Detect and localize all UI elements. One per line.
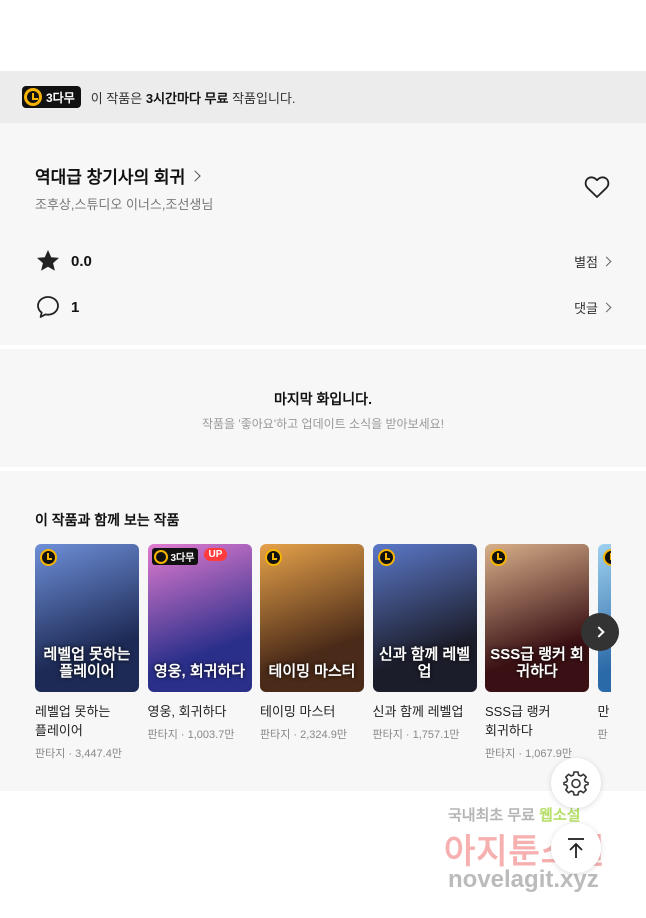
cover-thumbnail[interactable]: 테이밍 마스터 [260, 544, 364, 692]
chevron-right-icon [592, 626, 605, 638]
badge-label: 3다무 [170, 553, 195, 564]
cover-title: 테이밍 마스터 [268, 663, 356, 680]
card-title: 영웅, 회귀하다 [147, 704, 227, 719]
rating-value: 0.0 [71, 252, 92, 270]
arrow-up-icon [568, 838, 584, 858]
clock-icon [40, 549, 57, 566]
recommendations-section: 이 작품과 함께 보는 작품 레벨업 못하는 플레이어 레벨업 못하는 플레이어 판… [0, 471, 646, 791]
card-meta: 판타지 · 3,447.4만 [35, 748, 122, 760]
comments-row: 1 댓글 [35, 294, 612, 320]
rating-link-label: 별점 [574, 254, 598, 270]
clock-icon [24, 88, 42, 106]
comments-count: 1 [71, 298, 80, 316]
cover-title: 레벨업 못하는 플레이어 [43, 646, 131, 680]
clock-icon [265, 549, 282, 566]
card-title: 만 [597, 704, 610, 719]
gear-icon [563, 771, 589, 796]
carousel-next-button[interactable] [581, 613, 619, 651]
3dam-badge: 3다무 [22, 86, 81, 108]
last-episode-panel: 마지막 화입니다. 작품을 '좋아요'하고 업데이트 소식을 받아보세요! [0, 349, 646, 467]
notice-prefix: 이 작품은 [90, 90, 146, 106]
badge-label: 3다무 [46, 90, 75, 105]
settings-button[interactable] [551, 758, 601, 808]
notice-suffix: 작품입니다. [228, 90, 296, 106]
card-meta: 판타지 · 2,324.9만 [260, 729, 347, 741]
clock-icon [490, 549, 507, 566]
card-title: 테이밍 마스터 [260, 704, 336, 719]
notice-bold: 3시간마다 무료 [145, 90, 229, 106]
watermark-line1-a: 국내최초 무료 [448, 807, 540, 824]
comments-link-label: 댓글 [574, 300, 598, 316]
cover-title: SSS급 랭커 회귀하다 [490, 646, 584, 680]
work-title: 역대급 창기사의 회귀 [35, 168, 186, 187]
recommendation-card[interactable]: SSS급 랭커 회귀하다 SSS급 랭커 회귀하다 판타지 · 1,067.9만 [485, 544, 589, 761]
3dam-badge: 3다무 [151, 548, 199, 565]
card-title: 레벨업 못하는 플레이어 [35, 704, 111, 738]
recommendations-heading: 이 작품과 함께 보는 작품 [35, 512, 180, 528]
clock-icon [377, 549, 395, 566]
scroll-top-button[interactable] [551, 823, 601, 873]
recommendation-card[interactable]: 테이밍 마스터 테이밍 마스터 판타지 · 2,324.9만 [260, 544, 364, 742]
cover-thumbnail[interactable]: SSS급 랭커 회귀하다 [485, 544, 589, 692]
work-info-panel: 역대급 창기사의 회귀 조후상,스튜디오 이너스,조선생님 0.0 별점 1 댓… [0, 123, 646, 345]
card-meta: 판 [597, 729, 608, 741]
heart-icon[interactable] [584, 175, 610, 199]
chevron-right-icon [601, 302, 612, 312]
card-title: SSS급 랭커 회귀하다 [485, 704, 551, 738]
top-spacer [0, 0, 646, 71]
recommendation-carousel[interactable]: 레벨업 못하는 플레이어 레벨업 못하는 플레이어 판타지 · 3,447.4만 3다… [35, 544, 611, 774]
comment-icon [37, 296, 59, 318]
cover-thumbnail[interactable]: 레벨업 못하는 플레이어 [35, 544, 139, 692]
clock-icon [153, 549, 168, 564]
chevron-right-icon [189, 169, 201, 182]
card-meta: 판타지 · 1,757.1만 [372, 729, 460, 741]
recommendation-card[interactable]: 3다무 UP 영웅, 회귀하다 영웅, 회귀하다 판타지 · 1,003.7만 [147, 544, 252, 742]
watermark-line1: 국내최초 무료 웹소설 [448, 804, 581, 825]
recommendation-card[interactable]: 레벨업 못하는 플레이어 레벨업 못하는 플레이어 판타지 · 3,447.4만 [35, 544, 139, 761]
rating-link[interactable]: 별점 [574, 252, 612, 271]
cover-title: 신과 함께 레벨업 [378, 646, 471, 680]
last-episode-title: 마지막 화입니다. [274, 391, 372, 407]
cover-title: 영웅, 회귀하다 [153, 663, 246, 680]
comments-link[interactable]: 댓글 [574, 298, 612, 317]
free-notice-bar: 3다무 이 작품은 3시간마다 무료 작품입니다. [0, 71, 646, 123]
rating-row: 0.0 별점 [35, 248, 612, 274]
work-title-link[interactable]: 역대급 창기사의 회귀 [35, 163, 201, 188]
up-badge: UP [203, 548, 228, 561]
watermark: 국내최초 무료 웹소설 아지툰소설 novelagit.xyz [440, 802, 630, 902]
watermark-line1-b: 웹소설 [539, 807, 581, 824]
recommendation-card[interactable]: 신과 함께 레벨업 신과 함께 레벨업 판타지 · 1,757.1만 [372, 544, 477, 742]
work-authors: 조후상,스튜디오 이너스,조선생님 [35, 197, 214, 212]
star-icon [37, 250, 59, 271]
chevron-right-icon [601, 256, 612, 266]
last-episode-subtitle: 작품을 '좋아요'하고 업데이트 소식을 받아보세요! [201, 417, 445, 431]
card-meta: 판타지 · 1,003.7만 [147, 729, 235, 741]
card-title: 신과 함께 레벨업 [372, 704, 464, 719]
cover-thumbnail[interactable]: 3다무 UP 영웅, 회귀하다 [147, 544, 252, 692]
notice-text: 이 작품은 3시간마다 무료 작품입니다. [91, 88, 296, 107]
cover-thumbnail[interactable]: 신과 함께 레벨업 [372, 544, 477, 692]
